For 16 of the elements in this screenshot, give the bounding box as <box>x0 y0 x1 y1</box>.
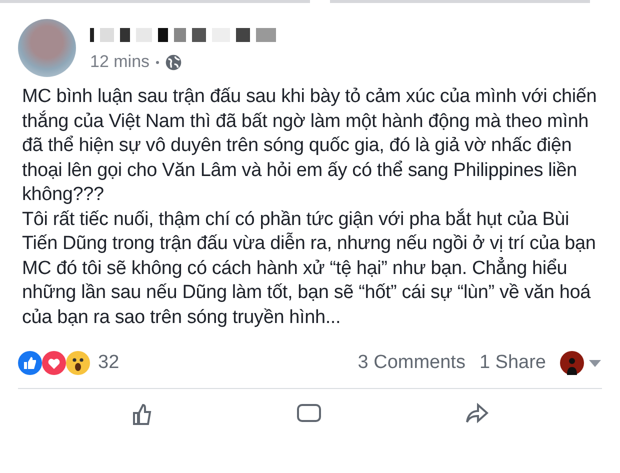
post-time[interactable]: 12 mins <box>90 52 150 72</box>
globe-icon <box>164 54 182 70</box>
comments-link[interactable]: 3 Comments <box>358 352 466 374</box>
wow-reaction-icon <box>66 351 90 375</box>
share-icon[interactable] <box>464 403 489 425</box>
profile-avatar-icon[interactable] <box>560 351 584 375</box>
reaction-count[interactable]: 32 <box>98 352 120 374</box>
shares-link[interactable]: 1 Share <box>479 352 546 374</box>
love-reaction-icon <box>42 351 66 375</box>
post-text: Tôi rất tiếc nuối, thậm chí có phần tức giận với pha bắt hụt của Bùi Tiến Dũng trong trận đấu vừa diễn ra, nhưng nếu ngồi ở vị trí của bạn MC đó tôi sẽ không có cách hành xử “tệ hại” như bạn. Chẳng hiểu những lần sau nếu Dũng làm tốt, bạn sẽ “hốt” cái sự “lùn” về văn hoá của bạn ra sao trên sóng truyền hình... <box>22 208 597 330</box>
thumbs-up-icon[interactable] <box>131 403 154 425</box>
dot-separator <box>156 60 159 64</box>
caret-icon[interactable] <box>588 358 602 368</box>
like-reaction-icon <box>18 351 42 375</box>
comment-icon[interactable] <box>296 403 322 425</box>
post-text: MC bình luận sau trận đấu sau khi bày tỏ cảm xúc của mình với chiến thắng của Việt Nam thì đã bất ngờ làm một hành động mà theo mình đã thể hiện sự vô duyên trên sóng quốc gia, đó là giả vờ nhấc điện thoại lên gọi cho Văn Lâm và hỏi em ấy có thể sang Philippines liền không??? <box>22 85 598 207</box>
